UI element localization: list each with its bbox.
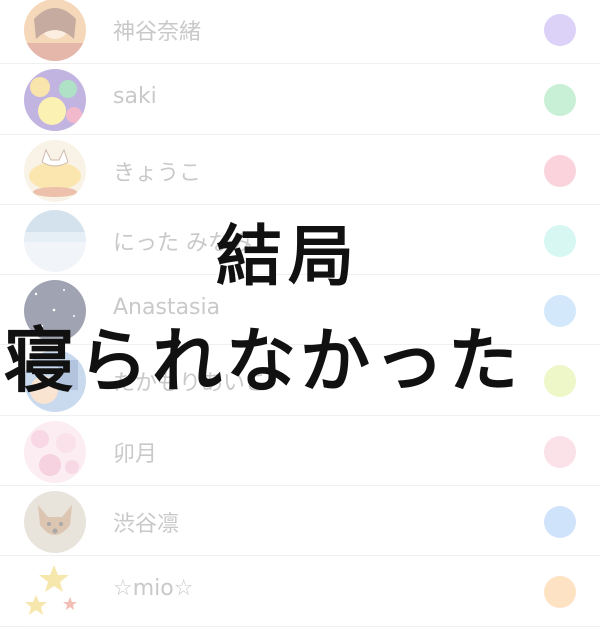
contact-row[interactable]: にった みなみ — [0, 205, 600, 276]
contact-row[interactable]: たかもりあいこ — [0, 345, 600, 416]
status-dot — [544, 14, 576, 46]
contact-row[interactable]: 渋谷凛 — [0, 486, 600, 557]
sky-avatar — [24, 209, 86, 272]
status-dot — [544, 84, 576, 117]
colorful-flower-avatar — [24, 69, 86, 132]
contact-name: saki — [113, 84, 157, 110]
status-dot — [544, 154, 576, 187]
contact-name: 渋谷凛 — [113, 512, 180, 538]
contact-row[interactable]: saki — [0, 64, 600, 135]
contact-name: 神谷奈緒 — [113, 20, 202, 45]
contact-name: 卯月 — [113, 441, 158, 467]
status-dot — [544, 506, 576, 539]
status-dot — [544, 435, 576, 468]
blue-photo-avatar — [24, 350, 86, 413]
divider — [24, 625, 600, 627]
status-dot — [544, 576, 576, 609]
dog-avatar — [24, 491, 86, 554]
status-dot — [544, 295, 576, 328]
anime-girl-avatar — [24, 0, 86, 61]
cherry-blossom-avatar — [24, 420, 86, 483]
contact-name: にった みなみ — [113, 230, 252, 256]
stars-avatar — [24, 561, 86, 624]
contact-row[interactable]: きょうこ — [0, 135, 600, 205]
status-dot — [544, 365, 576, 398]
night-sky-avatar — [24, 280, 86, 343]
contact-name: たかもりあいこ — [113, 371, 268, 397]
contact-row[interactable]: ☆mio☆ — [0, 556, 600, 627]
omelette-cat-avatar — [24, 139, 86, 202]
contact-list: 神谷奈緒 saki きょうこ にった みなみ Anastasia たかもりあいこ… — [0, 0, 600, 627]
status-dot — [544, 224, 576, 257]
contact-row[interactable]: 卯月 — [0, 416, 600, 487]
contact-row[interactable]: Anastasia — [0, 275, 600, 346]
contact-name: きょうこ — [113, 160, 202, 186]
contact-row[interactable]: 神谷奈緒 — [0, 0, 600, 65]
contact-name: ☆mio☆ — [113, 576, 194, 602]
contact-name: Anastasia — [113, 295, 221, 321]
